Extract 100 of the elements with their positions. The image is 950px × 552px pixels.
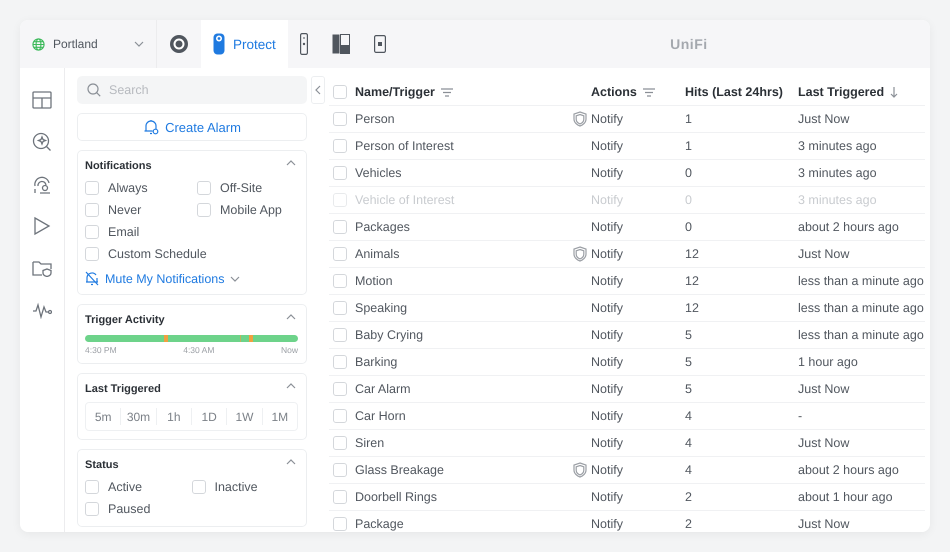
action-cell-text: Notify: [591, 166, 624, 180]
option-label: Inactive: [214, 480, 258, 494]
column-header[interactable]: Hits (Last 24hrs): [685, 85, 783, 99]
last-triggered-cell: less than a minute ago: [798, 274, 925, 288]
action-cell-text: Notify: [591, 247, 624, 261]
row-checkbox[interactable]: [333, 382, 347, 396]
last-triggered-cell-text: Just Now: [798, 112, 850, 126]
last-triggered-cell-text: 3 minutes ago: [798, 166, 878, 180]
row-checkbox[interactable]: [333, 274, 347, 288]
action-cell-text: Notify: [591, 409, 624, 423]
trigger-name: Person of Interest: [355, 139, 454, 153]
trigger-name: Packages: [355, 220, 410, 234]
checkbox[interactable]: [85, 247, 99, 261]
action-cell-text: Notify: [591, 328, 624, 342]
column-header[interactable]: Name/Trigger: [355, 85, 435, 99]
time-label: 4:30 AM: [183, 345, 214, 355]
pulse-icon: [32, 301, 52, 319]
checkbox[interactable]: [85, 480, 99, 494]
row-checkbox[interactable]: [333, 112, 347, 126]
hits-cell-text: 0: [685, 220, 693, 234]
table-row[interactable]: Baby Crying Notify 5 less than a minute ago: [329, 322, 925, 349]
row-checkbox[interactable]: [333, 409, 347, 423]
trigger-name: Animals: [355, 247, 400, 261]
mute-notifications-link[interactable]: Mute My Notifications: [85, 271, 240, 286]
table-row[interactable]: Car Horn Notify 4 -: [329, 403, 925, 430]
device-icon: [374, 35, 386, 53]
row-checkbox[interactable]: [333, 463, 347, 477]
checkbox[interactable]: [85, 203, 99, 217]
column-header[interactable]: Actions: [591, 85, 637, 99]
folder-shield-icon: [32, 259, 52, 277]
range-option[interactable]: 1M: [262, 408, 297, 425]
row-checkbox[interactable]: [333, 490, 347, 504]
create-alarm-button[interactable]: Create Alarm: [77, 113, 307, 141]
table-row[interactable]: Speaking Notify 12 less than a minute ago: [329, 295, 925, 322]
trigger-name: Package: [355, 517, 404, 531]
checkbox[interactable]: [192, 480, 206, 494]
table-row[interactable]: Packages Notify 0 about 2 hours ago: [329, 214, 925, 241]
hits-cell-text: 5: [685, 382, 693, 396]
row-checkbox[interactable]: [333, 166, 347, 180]
checkbox[interactable]: [85, 502, 99, 516]
table-row[interactable]: Person of Interest Notify 1 3 minutes ago: [329, 133, 925, 160]
checkbox[interactable]: [85, 225, 99, 239]
hits-cell-text: 1: [685, 139, 693, 153]
bell-icon: [143, 119, 160, 135]
search-icon: [87, 83, 101, 97]
last-triggered-cell-text: -: [798, 409, 804, 423]
table-row[interactable]: Car Alarm Notify 5 Just Now: [329, 376, 925, 403]
table-row[interactable]: Glass Breakage Notify 4 about 2 hours ago: [329, 457, 925, 484]
row-checkbox[interactable]: [333, 220, 347, 234]
hits-cell-text: 4: [685, 409, 693, 423]
collapse-button[interactable]: [311, 76, 325, 104]
last-triggered-cell-text: 3 minutes ago: [798, 139, 878, 153]
table-row[interactable]: Siren Notify 4 Just Now: [329, 430, 925, 457]
range-option[interactable]: 1D: [190, 408, 226, 425]
last-triggered-cell-text: about 2 hours ago: [798, 463, 900, 477]
chevron-down-icon: [230, 276, 240, 282]
hits-cell-text: 2: [685, 517, 693, 531]
panel-icon: [332, 34, 350, 54]
doorbell-icon: [300, 33, 308, 55]
action-cell-text: Notify: [591, 220, 624, 234]
table-row[interactable]: Doorbell Rings Notify 2 about 1 hour ago: [329, 484, 925, 511]
hits-cell-text: 4: [685, 436, 693, 450]
hits-cell-text: 5: [685, 328, 693, 342]
checkbox[interactable]: [85, 181, 99, 195]
row-checkbox[interactable]: [333, 355, 347, 369]
section-title: Trigger Activity: [85, 314, 165, 326]
last-triggered-cell-text: Just Now: [798, 517, 850, 531]
site-selector[interactable]: Portland: [20, 20, 157, 68]
play-icon: [33, 216, 51, 236]
table-row[interactable]: Barking Notify 5 1 hour ago: [329, 349, 925, 376]
trigger-name: Doorbell Rings: [355, 490, 437, 504]
row-checkbox[interactable]: [333, 436, 347, 450]
row-checkbox[interactable]: [333, 328, 347, 342]
section-title: Last Triggered: [85, 383, 161, 395]
table-row[interactable]: Person Notify 1 Just Now: [329, 106, 925, 133]
trigger-name: Baby Crying: [355, 328, 424, 342]
row-checkbox[interactable]: [333, 247, 347, 261]
table-row[interactable]: Animals Notify 12 Just Now: [329, 241, 925, 268]
range-option[interactable]: 5m: [86, 408, 120, 425]
trigger-name: Car Horn: [355, 409, 406, 423]
checkbox[interactable]: [197, 203, 211, 217]
table-row[interactable]: Package Notify 2 Just Now: [329, 511, 925, 532]
row-checkbox[interactable]: [333, 301, 347, 315]
range-option[interactable]: 1h: [156, 408, 191, 425]
table-row[interactable]: Vehicles Notify 0 3 minutes ago: [329, 160, 925, 187]
range-option[interactable]: 30m: [120, 408, 156, 425]
row-checkbox[interactable]: [333, 139, 347, 153]
select-all-checkbox[interactable]: [333, 85, 347, 99]
app-tab[interactable]: Protect: [201, 20, 288, 68]
column-header[interactable]: Last Triggered: [798, 85, 884, 99]
last-triggered-cell-text: about 2 hours ago: [798, 220, 900, 234]
option-label: Off-Site: [220, 181, 262, 195]
checkbox[interactable]: [197, 181, 211, 195]
last-triggered-cell-text: about 1 hour ago: [798, 490, 894, 504]
option-label: Mobile App: [220, 203, 282, 217]
last-triggered-cell: less than a minute ago: [798, 301, 925, 315]
search-field[interactable]: Search: [77, 76, 307, 104]
table-row[interactable]: Motion Notify 12 less than a minute ago: [329, 268, 925, 295]
row-checkbox[interactable]: [333, 517, 347, 531]
range-option[interactable]: 1W: [226, 408, 262, 425]
